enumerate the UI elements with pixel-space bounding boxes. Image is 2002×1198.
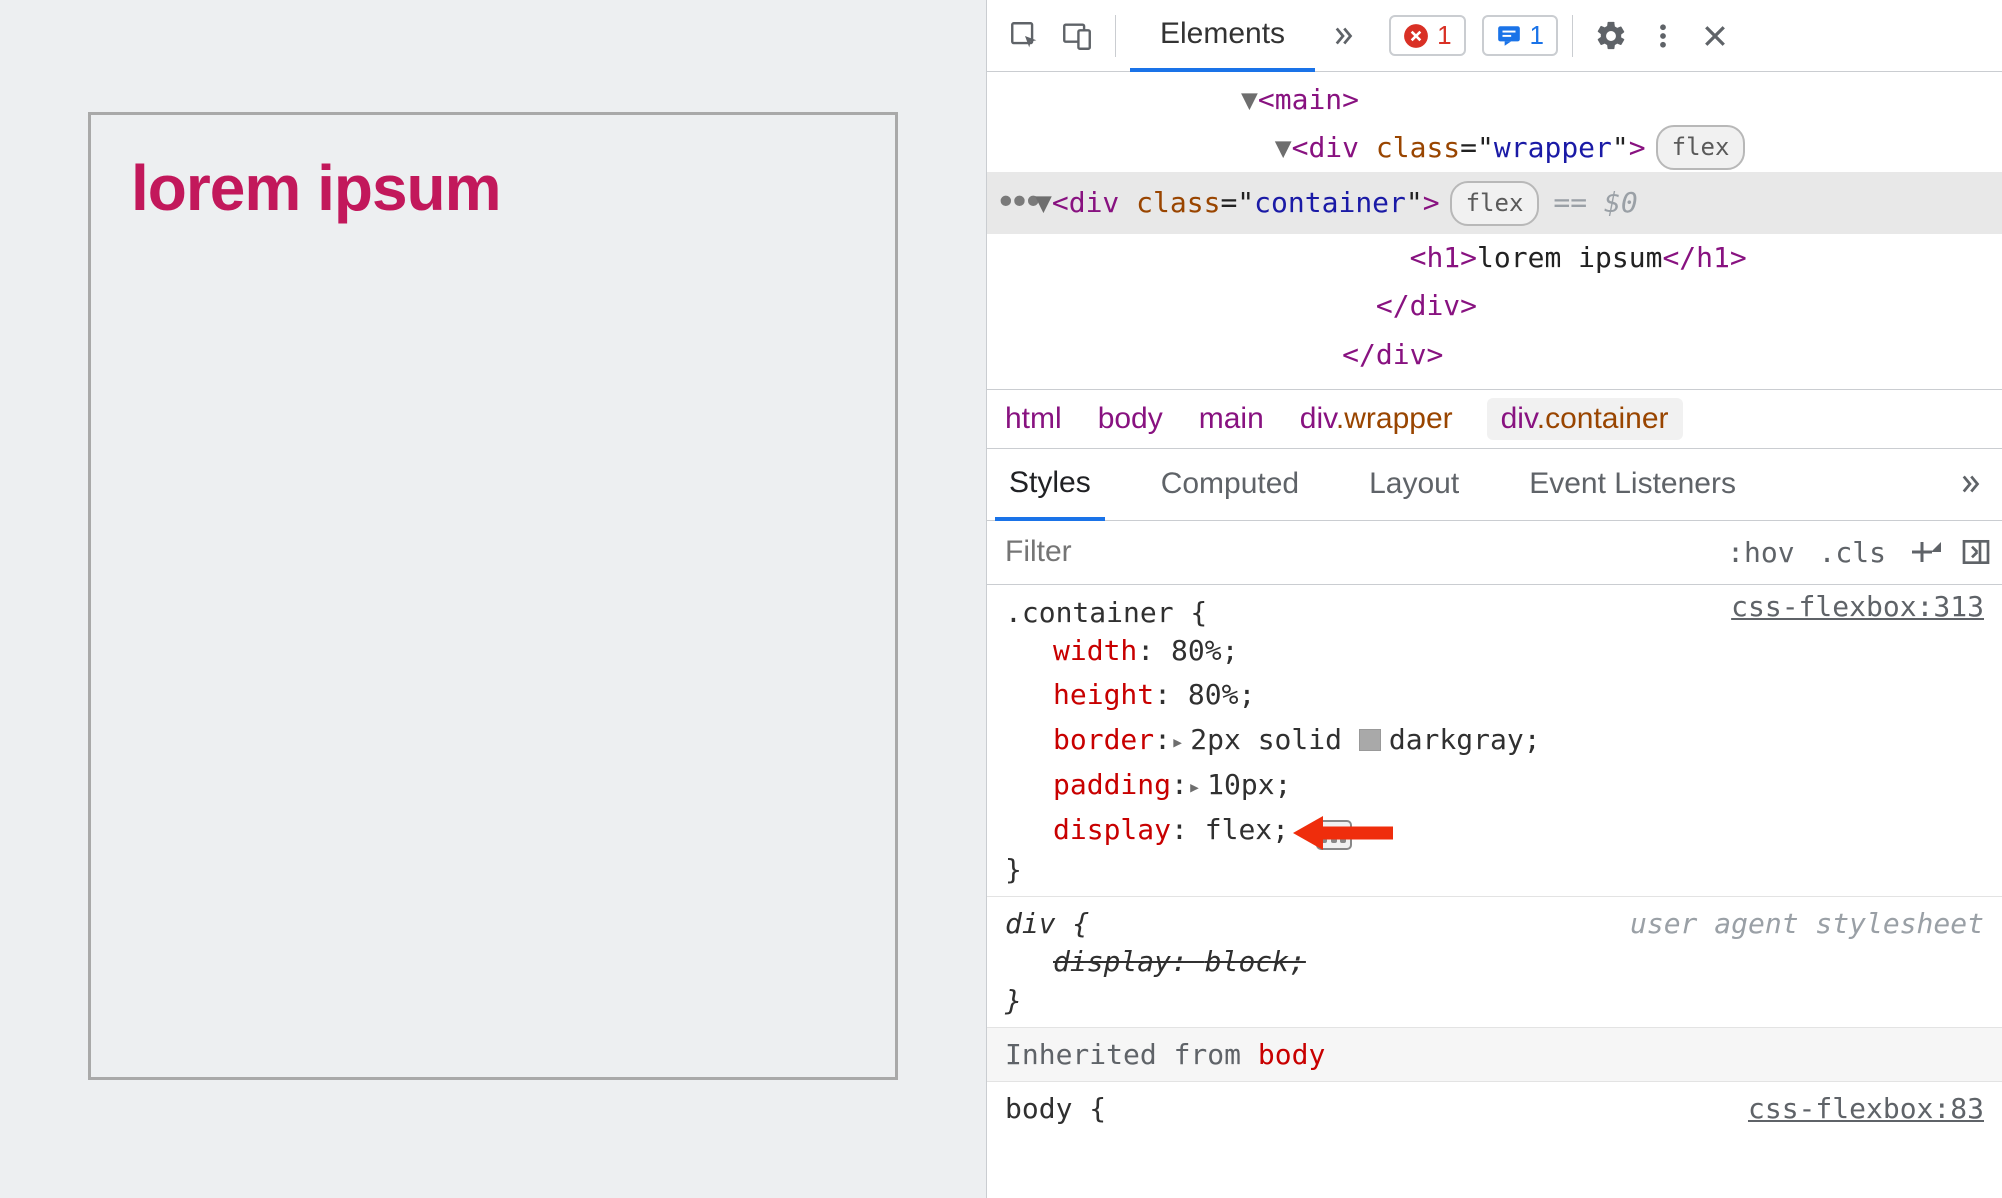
computed-styles-sidebar-icon[interactable]	[1950, 526, 2002, 578]
crumb-html[interactable]: html	[1005, 402, 1062, 436]
console-var-label: == $0	[1553, 179, 1637, 227]
devtools-panel: Elements 1 1	[986, 0, 2002, 1198]
styles-subtabs: Styles Computed Layout Event Listeners	[987, 449, 2002, 521]
css-declaration-overridden[interactable]: display: block;	[1005, 940, 1984, 985]
more-subtabs-icon[interactable]	[1946, 460, 1994, 508]
message-count: 1	[1530, 20, 1544, 51]
flex-badge[interactable]: flex	[1656, 125, 1746, 170]
styles-pane: css-flexbox:313 .container { width: 80%;…	[987, 585, 2002, 1198]
page-heading: lorem ipsum	[131, 151, 855, 225]
container-box: lorem ipsum	[88, 112, 898, 1080]
device-toggle-icon[interactable]	[1053, 12, 1101, 60]
dom-node-h1[interactable]: <h1>lorem ipsum</h1>	[987, 234, 2002, 282]
devtools-toolbar: Elements 1 1	[987, 0, 2002, 72]
new-style-rule-icon[interactable]	[1898, 526, 1950, 578]
style-rule-body[interactable]: css-flexbox:83 body {	[987, 1082, 2002, 1135]
css-declaration[interactable]: height: 80%;	[1005, 673, 1984, 718]
rule-source-link[interactable]: css-flexbox:83	[1748, 1092, 1984, 1125]
css-declaration[interactable]: border:▸2px solid darkgray;	[1005, 718, 1984, 763]
error-count: 1	[1437, 20, 1451, 51]
rule-source-ua: user agent stylesheet	[1630, 907, 1984, 940]
styles-filter-bar: :hov .cls	[987, 521, 2002, 585]
style-rule-div-ua[interactable]: user agent stylesheet div { display: blo…	[987, 897, 2002, 1029]
toggle-hov-button[interactable]: :hov	[1715, 536, 1806, 569]
css-declaration[interactable]: width: 80%;	[1005, 629, 1984, 674]
subtab-computed[interactable]: Computed	[1147, 448, 1313, 520]
flexbox-editor-icon[interactable]	[1316, 820, 1352, 850]
styles-filter-input[interactable]	[987, 521, 1715, 584]
crumb-wrapper[interactable]: div.wrapper	[1300, 402, 1453, 436]
rule-source-link[interactable]: css-flexbox:313	[1731, 590, 1984, 623]
close-devtools-icon[interactable]	[1691, 12, 1739, 60]
crumb-body[interactable]: body	[1098, 402, 1163, 436]
dom-node-close-div[interactable]: </div>	[987, 282, 2002, 330]
dom-node-wrapper[interactable]: ▼<div class="wrapper">flex	[987, 124, 2002, 172]
kebab-menu-icon[interactable]	[1639, 12, 1687, 60]
crumb-container-active[interactable]: div.container	[1487, 398, 1683, 440]
rule-close-brace: }	[1005, 984, 1984, 1017]
dom-breadcrumb: html body main div.wrapper div.container	[987, 389, 2002, 449]
error-badge[interactable]: 1	[1389, 15, 1465, 56]
dom-node-container-selected[interactable]: ••• ▼<div class="container">flex== $0	[987, 172, 2002, 234]
dom-node-main[interactable]: ▼<main>	[987, 76, 2002, 124]
message-badge[interactable]: 1	[1482, 15, 1558, 56]
dom-tree[interactable]: ▼<main> ▼<div class="wrapper">flex ••• ▼…	[987, 72, 2002, 389]
flex-badge[interactable]: flex	[1450, 181, 1540, 226]
inspect-element-icon[interactable]	[1001, 12, 1049, 60]
style-rule-container[interactable]: css-flexbox:313 .container { width: 80%;…	[987, 585, 2002, 897]
toggle-cls-button[interactable]: .cls	[1807, 536, 1898, 569]
more-tabs-icon[interactable]	[1319, 12, 1367, 60]
rule-close-brace: }	[1005, 853, 1984, 886]
css-declaration-display-flex[interactable]: display: flex;	[1005, 808, 1984, 853]
gutter-ellipsis-icon[interactable]: •••	[987, 172, 1035, 234]
color-swatch-icon[interactable]	[1359, 729, 1381, 751]
crumb-main[interactable]: main	[1199, 402, 1264, 436]
dom-node-close-div[interactable]: </div>	[987, 331, 2002, 379]
inherited-from-divider: Inherited from body	[987, 1028, 2002, 1082]
page-preview: lorem ipsum	[0, 0, 986, 1198]
subtab-layout[interactable]: Layout	[1355, 448, 1473, 520]
settings-gear-icon[interactable]	[1587, 12, 1635, 60]
subtab-styles[interactable]: Styles	[995, 449, 1105, 521]
tab-elements[interactable]: Elements	[1130, 0, 1315, 72]
subtab-event-listeners[interactable]: Event Listeners	[1515, 448, 1750, 520]
css-declaration[interactable]: padding:▸10px;	[1005, 763, 1984, 808]
